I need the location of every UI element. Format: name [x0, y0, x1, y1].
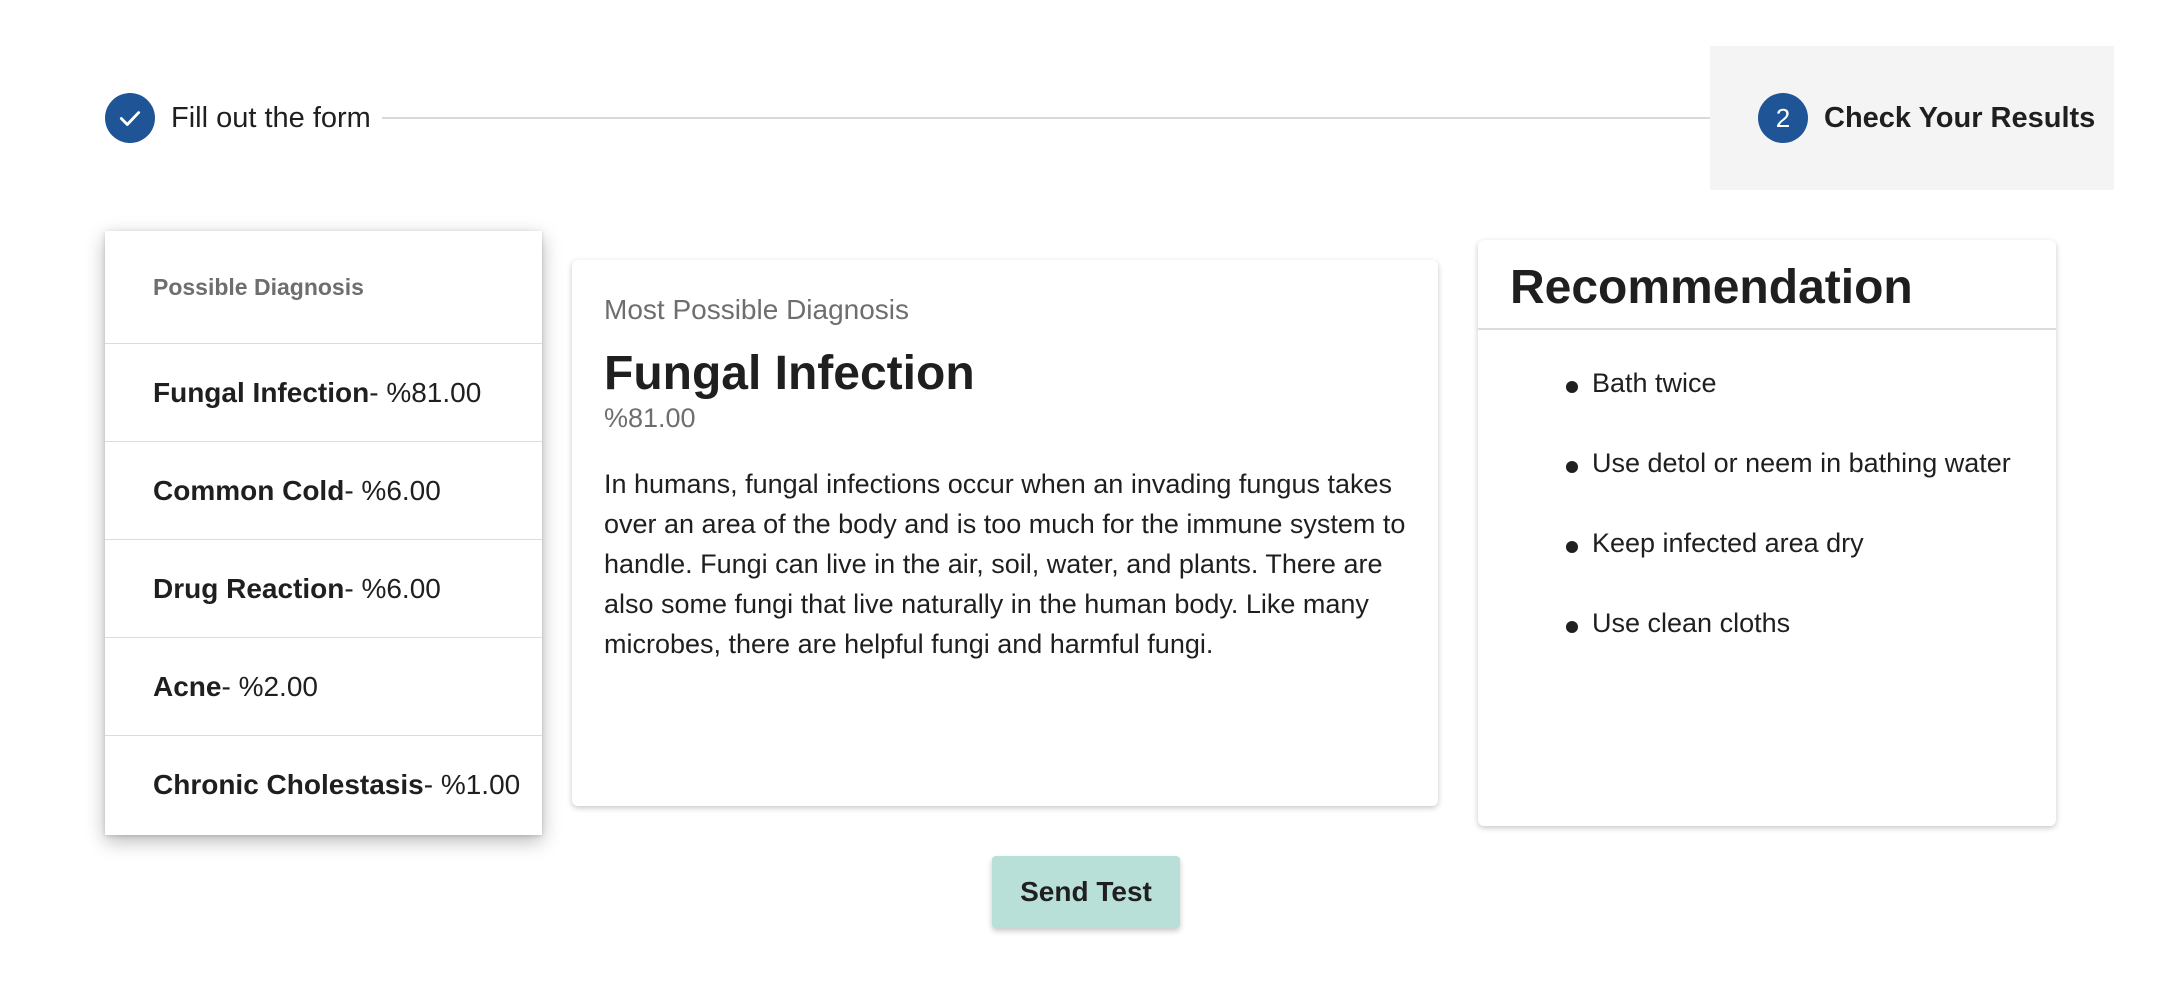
recommendation-text: Keep infected area dry	[1592, 528, 1864, 558]
diagnosis-percent: - %2.00	[221, 670, 318, 702]
list-item[interactable]: Acne - %2.00	[105, 638, 542, 736]
recommendation-text: Bath twice	[1592, 368, 1717, 398]
stepper: Fill out the form 2 Check Your Results	[0, 0, 2174, 200]
list-item[interactable]: Fungal Infection - %81.00	[105, 344, 542, 442]
diagnosis-percent: %81.00	[604, 402, 696, 433]
step-fill-form[interactable]: Fill out the form	[105, 93, 371, 143]
step-check-results[interactable]: 2 Check Your Results	[1710, 46, 2114, 190]
list-item: Use detol or neem in bathing water	[1566, 446, 2056, 526]
bullet-icon	[1566, 541, 1578, 553]
step-number: 2	[1758, 93, 1808, 143]
diagnosis-title: Fungal Infection	[604, 347, 975, 400]
diagnosis-percent: - %1.00	[423, 769, 521, 800]
list-item: Bath twice	[1566, 366, 2056, 446]
check-icon	[105, 93, 155, 143]
recommendation-text: Use clean cloths	[1592, 608, 1791, 638]
diagnosis-name: Chronic Cholestasis	[153, 769, 424, 800]
bullet-icon	[1566, 381, 1578, 393]
diagnosis-name: Common Cold	[153, 474, 345, 506]
list-item[interactable]: Common Cold - %6.00	[105, 442, 542, 540]
possible-diagnosis-list: Possible Diagnosis Fungal Infection - %81…	[105, 231, 542, 835]
diagnosis-name: Drug Reaction	[153, 572, 345, 604]
send-test-button[interactable]: Send Test	[992, 856, 1180, 928]
bullet-icon	[1566, 461, 1578, 473]
diagnosis-name: Acne	[153, 670, 222, 702]
recommendation-card: Recommendation Bath twice Use detol or n…	[1478, 240, 2056, 826]
recommendation-title: Recommendation	[1478, 240, 2056, 330]
list-header: Possible Diagnosis	[105, 231, 542, 344]
step-connector	[382, 117, 1742, 119]
list-item: Use clean cloths	[1566, 606, 2056, 686]
main-diagnosis-card: Most Possible Diagnosis Fungal Infection…	[572, 260, 1438, 806]
card-overline: Most Possible Diagnosis	[604, 294, 910, 325]
step-label: Fill out the form	[171, 101, 371, 134]
diagnosis-percent: - %81.00	[369, 376, 482, 408]
diagnosis-percent: - %6.00	[344, 572, 441, 604]
diagnosis-name: Fungal Infection	[153, 376, 370, 408]
recommendation-list: Bath twice Use detol or neem in bathing …	[1478, 330, 2056, 686]
diagnosis-description: In humans, fungal infections occur when …	[604, 468, 1406, 659]
list-item: Keep infected area dry	[1566, 526, 2056, 606]
diagnosis-percent: - %6.00	[344, 474, 441, 506]
list-item[interactable]: Drug Reaction - %6.00	[105, 540, 542, 638]
bullet-icon	[1566, 621, 1578, 633]
step-label: Check Your Results	[1824, 101, 2096, 134]
list-item[interactable]: Chronic Cholestasis - %1.00	[105, 736, 542, 834]
recommendation-text: Use detol or neem in bathing water	[1592, 448, 2011, 478]
